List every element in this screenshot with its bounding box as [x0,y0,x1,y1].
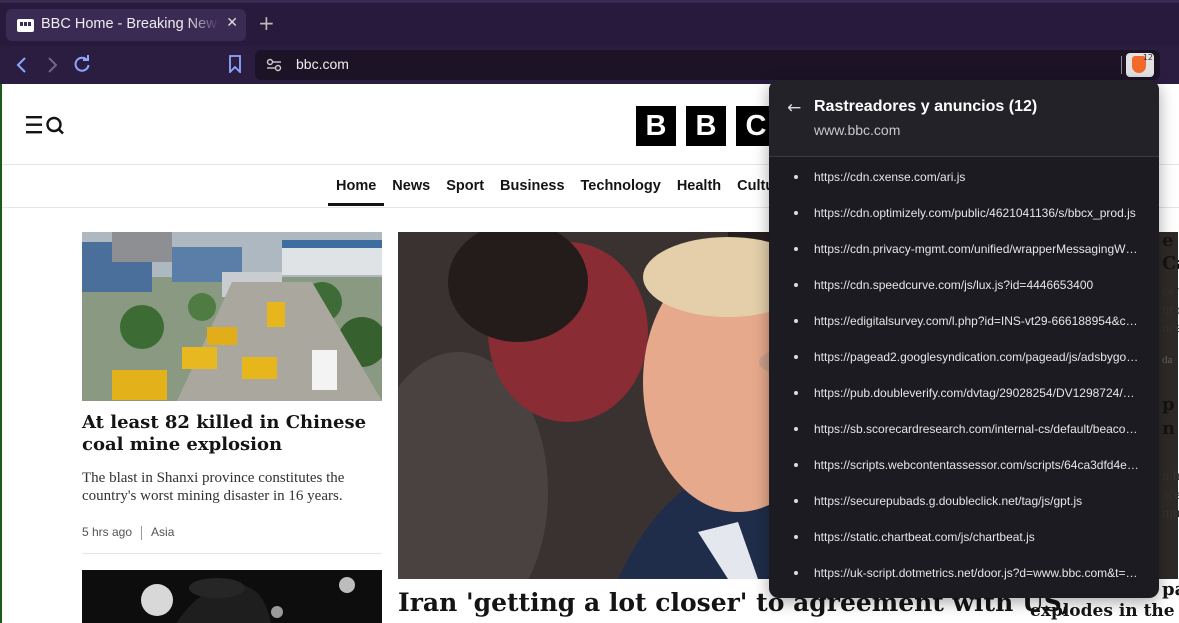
right-story-title-fragment[interactable]: Car [1162,253,1179,274]
url-divider [1121,56,1122,74]
toolbar: bbc.com 12 [0,46,1179,84]
tracker-url: https://pagead2.googlesyndication.com/pa… [814,350,1139,364]
tracker-list: https://cdn.cxense.com/ari.js https://cd… [769,162,1159,594]
bbc-logo-letter: B [636,106,676,146]
bullet-icon [794,463,798,467]
tracker-url: https://cdn.cxense.com/ari.js [814,170,966,184]
story-summary: The blast in Shanxi province constitutes… [82,470,345,504]
shield-count-badge: 12 [1142,53,1153,62]
tracker-url: https://static.chartbeat.com/js/chartbea… [814,530,1035,544]
bullet-icon [794,571,798,575]
tab-bbc-home[interactable]: BBC Home - Breaking News ✕ [6,9,246,41]
story-divider [82,553,382,554]
nav-news[interactable]: News [384,166,438,206]
tracker-item[interactable]: https://cdn.privacy-mgmt.com/unified/wra… [769,234,1159,270]
panel-title: Rastreadores y anuncios (12) [814,98,1038,115]
tracker-url: https://pub.doubleverify.com/dvtag/29028… [814,386,1139,400]
tracker-url: https://scripts.webcontentassessor.com/s… [814,458,1139,472]
mine-site-photo[interactable] [82,232,382,401]
bbc-favicon-icon [17,19,34,32]
right-story-title-fragment[interactable]: p w [1162,394,1179,415]
bbc-logo-letter: B [686,106,726,146]
tracker-item[interactable]: https://uk-script.dotmetrics.net/door.js… [769,558,1159,594]
story-meta: 5 hrs ago Asia [82,525,174,540]
site-nav: Home News Sport Business Technology Heal… [328,166,796,206]
tab-close-icon[interactable]: ✕ [226,15,238,31]
tracker-item[interactable]: https://cdn.optimizely.com/public/462104… [769,198,1159,234]
bullet-icon [794,211,798,215]
tracker-url: https://uk-script.dotmetrics.net/door.js… [814,566,1139,580]
right-story-text-fragment: min [1162,506,1179,521]
story-timestamp: 5 hrs ago [82,525,133,539]
trackers-panel: ← Rastreadores y anuncios (12) www.bbc.c… [769,80,1159,598]
tracker-item[interactable]: https://edigitalsurvey.com/l.php?id=INS-… [769,306,1159,342]
tracker-item[interactable]: https://pub.doubleverify.com/dvtag/29028… [769,378,1159,414]
bullet-icon [794,319,798,323]
back-arrow-icon[interactable] [15,56,29,74]
athlete-photo[interactable] [82,570,382,623]
bullet-icon [794,355,798,359]
url-text: bbc.com [296,56,349,72]
panel-subtitle: www.bbc.com [814,122,901,138]
bullet-icon [794,391,798,395]
browser-window: { "browser": { "tab_title": "BBC Home - … [0,0,1179,623]
nav-technology[interactable]: Technology [573,166,669,206]
tracker-item[interactable]: https://sb.scorecardresearch.com/interna… [769,414,1159,450]
site-settings-icon[interactable] [266,58,282,72]
nav-health[interactable]: Health [669,166,729,206]
tracker-item[interactable]: https://securepubads.g.doubleclick.net/t… [769,486,1159,522]
brave-shields-button[interactable]: 12 [1126,53,1154,77]
bullet-icon [794,499,798,503]
right-story-text-fragment: ace [1162,488,1179,503]
right-story-headline[interactable]: explodes in the Ind [1030,601,1179,621]
tracker-url: https://cdn.optimizely.com/public/462104… [814,206,1136,220]
right-story-text-fragment: nt of [1162,303,1179,318]
nav-business[interactable]: Business [492,166,572,206]
panel-header: ← Rastreadores y anuncios (12) www.bbc.c… [769,80,1159,157]
tracker-url: https://securepubads.g.doubleclick.net/t… [814,494,1083,508]
menu-search-icon [26,116,64,135]
tab-title: BBC Home - Breaking News [41,16,219,32]
forward-arrow-icon[interactable] [45,56,59,74]
nav-home[interactable]: Home [328,166,385,206]
right-story-title-fragment[interactable]: pace [1162,579,1179,600]
tracker-url: https://cdn.speedcurve.com/js/lux.js?id=… [814,278,1094,292]
tracker-item[interactable]: https://cdn.cxense.com/ari.js [769,162,1159,198]
tracker-item[interactable]: https://scripts.webcontentassessor.com/s… [769,450,1159,486]
new-tab-button[interactable]: + [258,13,275,33]
tracker-url: https://sb.scorecardresearch.com/interna… [814,422,1139,436]
right-story-text-fragment: ce w [1162,284,1179,299]
address-bar[interactable]: bbc.com 12 [255,50,1160,80]
back-arrow-icon[interactable]: ← [787,98,801,118]
right-story-title-fragment[interactable]: n q [1162,418,1179,439]
reload-icon[interactable] [73,55,91,73]
tracker-url: https://cdn.privacy-mgmt.com/unified/wra… [814,242,1139,256]
bullet-icon [794,175,798,179]
tab-bar: BBC Home - Breaking News ✕ + [0,0,1179,46]
bullet-icon [794,535,798,539]
meta-separator [141,525,143,540]
tracker-item[interactable]: https://static.chartbeat.com/js/chartbea… [769,522,1159,558]
bookmark-icon[interactable] [228,55,242,73]
menu-search-button[interactable] [24,114,68,140]
nav-sport[interactable]: Sport [438,166,492,206]
story-tag[interactable]: Asia [151,525,174,539]
right-story-text-fragment: nce [1162,321,1179,336]
story-headline[interactable]: At least 82 killed in Chinese coal mine … [82,412,382,456]
bullet-icon [794,247,798,251]
right-story-title-fragment[interactable]: e o [1162,230,1179,251]
bullet-icon [794,427,798,431]
right-story-text-fragment: n fr [1162,469,1179,484]
tracker-url: https://edigitalsurvey.com/l.php?id=INS-… [814,314,1139,328]
tracker-item[interactable]: https://cdn.speedcurve.com/js/lux.js?id=… [769,270,1159,306]
right-story-meta-fragment: da [1162,354,1173,366]
bullet-icon [794,283,798,287]
tracker-item[interactable]: https://pagead2.googlesyndication.com/pa… [769,342,1159,378]
